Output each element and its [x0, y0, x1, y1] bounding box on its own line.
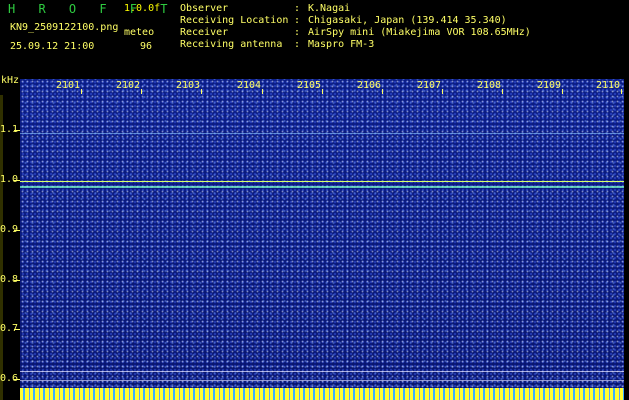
info-row-receiver: Receiver: AirSpy mini (Miakejima VOR 108.…: [180, 27, 531, 38]
x-tick: [322, 89, 323, 94]
station-info: Observer: K.Nagai Receiving Location: Chig…: [180, 3, 531, 51]
bottom-noise-band: [20, 388, 624, 400]
y-tick: [14, 230, 20, 231]
x-label-2103: 2103: [176, 80, 201, 91]
header-panel: H R O F F T 1.0.0f KN9_2509122100.png 25…: [0, 0, 629, 76]
x-label-2104: 2104: [237, 80, 262, 91]
app-version: 1.0.0f: [124, 3, 161, 14]
x-tick: [81, 89, 82, 94]
meteo-count: 96: [140, 41, 153, 52]
x-tick: [382, 89, 383, 94]
image-filename: KN9_2509122100.png: [10, 22, 119, 33]
axis-unit-label: kHz: [1, 75, 20, 86]
x-tick: [562, 89, 563, 94]
signal-line-1000hz-lower: [20, 186, 624, 188]
info-row-location: Receiving Location: Chigasaki, Japan (139…: [180, 15, 507, 26]
x-tick: [262, 89, 263, 94]
signal-line-upper-low: [20, 371, 624, 372]
y-tick: [14, 329, 20, 330]
meteo-label: meteo: [124, 27, 155, 38]
x-tick: [442, 89, 443, 94]
x-label-2105: 2105: [297, 80, 322, 91]
x-label-2107: 2107: [417, 80, 442, 91]
date-time: 25.09.12 21:00: [10, 41, 95, 52]
y-tick: [14, 280, 20, 281]
y-tick: [14, 379, 20, 380]
x-label-2106: 2106: [357, 80, 382, 91]
info-row-antenna: Receiving antenna: Maspro FM-3: [180, 39, 375, 50]
x-label-2101: 2101: [56, 80, 81, 91]
x-label-2110: 2110: [596, 80, 621, 91]
x-tick: [502, 89, 503, 94]
x-tick: [621, 89, 622, 94]
x-label-2102: 2102: [116, 80, 141, 91]
x-tick: [141, 89, 142, 94]
signal-line-1000hz-upper: [20, 181, 624, 182]
y-tick: [14, 180, 20, 181]
x-label-2109: 2109: [537, 80, 562, 91]
signal-line-lower-low: [20, 380, 624, 381]
spectrogram-area: [20, 79, 624, 400]
x-label-2108: 2108: [477, 80, 502, 91]
left-scale-strip: [0, 95, 3, 400]
x-tick: [201, 89, 202, 94]
y-tick: [14, 130, 20, 131]
signal-line-1100hz: [20, 133, 624, 134]
info-row-observer: Observer: K.Nagai: [180, 3, 351, 14]
